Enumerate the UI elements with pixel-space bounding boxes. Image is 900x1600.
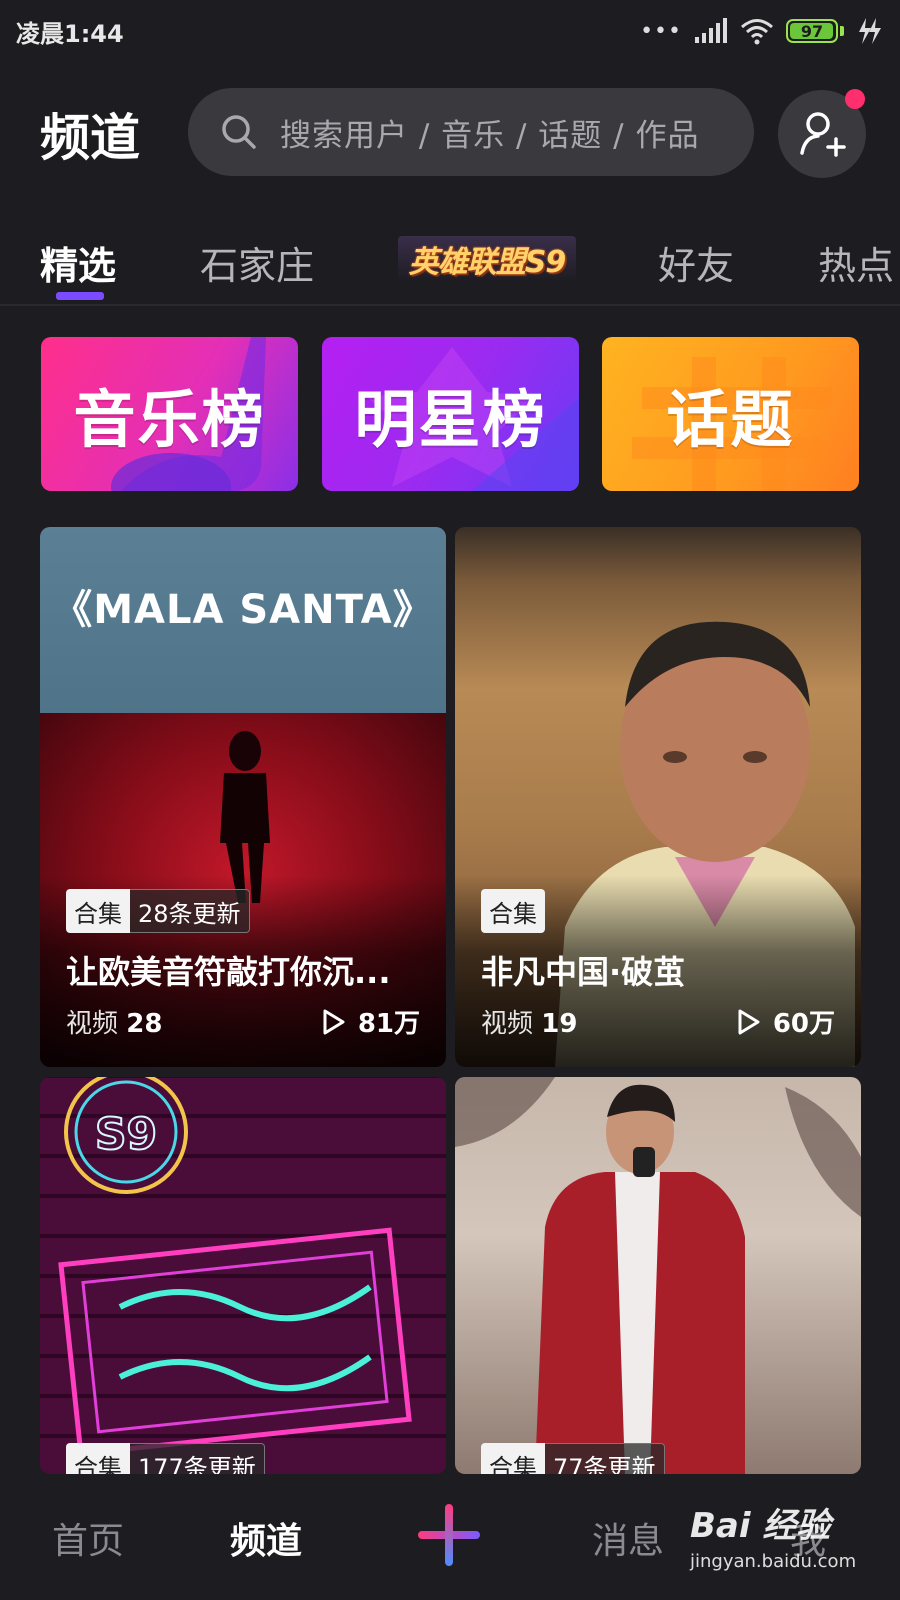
card-cover-image [455,1077,861,1474]
video-count-label: 视频 [66,1009,119,1039]
music-chart-label: 音乐榜 [73,383,266,456]
wifi-icon [741,19,773,45]
status-time: 凌晨1:44 [16,20,124,48]
video-count: 视频 28 [66,1003,162,1040]
star-chart-banner[interactable]: 明星榜 [322,337,579,491]
svg-text:S9: S9 [95,1109,157,1160]
search-input[interactable]: 搜索用户 / 音乐 / 话题 / 作品 [188,88,754,176]
card-info: 合集 非凡中国·破茧 视频 19 60万 [455,875,861,1067]
video-count-value: 19 [541,1009,578,1039]
plus-icon-v [445,1504,453,1566]
card-badges: 合集 77条更新 [481,1443,665,1474]
active-tab-indicator [56,292,104,300]
watermark-logo: Bai 经验 [690,1506,831,1546]
collection-badge: 合集 [66,1443,130,1474]
notification-dot [845,89,865,109]
card-info: 合集 28条更新 让欧美音符敲打你沉... 视频 28 81万 [40,875,446,1067]
battery-level: 97 [800,21,824,41]
card-stats: 视频 28 81万 [66,1003,420,1040]
card-badges: 合集 177条更新 [66,1443,265,1474]
page-title: 频道 [40,109,140,167]
collection-card[interactable]: 《MALA SANTA》 合集 28条更新 让欧美音符敲打你沉... 视频 28… [40,527,446,1067]
play-count: 60万 [737,1003,835,1040]
speaker-figure-icon [455,1077,861,1474]
music-chart-banner[interactable]: 音乐榜 [41,337,298,491]
collection-badge: 合集 [66,889,130,933]
tab-hot[interactable]: 热点 [818,235,894,290]
baidu-watermark: Bai 经验 jingyan.baidu.com [690,1498,856,1572]
tab-friends[interactable]: 好友 [658,235,734,290]
play-count: 81万 [322,1003,420,1040]
play-count-value: 60万 [772,1009,835,1039]
card-cover-image: S9 [40,1077,446,1474]
play-count-value: 81万 [357,1009,420,1039]
video-count: 视频 19 [481,1003,577,1040]
search-placeholder: 搜索用户 / 音乐 / 话题 / 作品 [280,117,700,154]
topic-label: 话题 [666,383,795,456]
collection-card[interactable]: S9 合集 177条更新 [40,1077,446,1474]
card-cover-text: 《MALA SANTA》 [52,587,434,633]
tab-lol-s9-logo-text: 英雄联盟S9 [408,245,566,280]
card-badges: 合集 [481,889,545,933]
play-icon [323,1009,345,1034]
signal-icon [695,18,727,43]
card-title: 让欧美音符敲打你沉... [66,953,391,991]
card-badges: 合集 28条更新 [66,889,250,933]
create-button[interactable] [418,1504,480,1566]
update-badge: 28条更新 [130,889,250,933]
status-bar: 凌晨1:44 ••• 97 [0,0,900,62]
search-icon [222,115,256,149]
collection-badge: 合集 [481,1443,545,1474]
battery-icon: 97 [786,19,838,43]
watermark-url: jingyan.baidu.com [690,1551,857,1572]
star-chart-label: 明星榜 [354,383,547,456]
topic-banner[interactable]: 话题 [602,337,859,491]
status-icons: ••• 97 [640,14,882,48]
tab-lol-s9[interactable]: 英雄联盟S9 [398,236,576,282]
tab-shijiazhuang[interactable]: 石家庄 [200,235,314,290]
neon-sign-icon: S9 [58,1077,412,1457]
nav-home[interactable]: 首页 [52,1512,124,1564]
collection-badge: 合集 [481,889,545,933]
card-stats: 视频 19 60万 [481,1003,835,1040]
collection-card[interactable]: 合集 非凡中国·破茧 视频 19 60万 [455,527,861,1067]
video-count-label: 视频 [481,1009,534,1039]
card-title: 非凡中国·破茧 [481,953,686,991]
battery-tip [840,26,844,36]
play-icon [738,1009,760,1034]
nav-messages[interactable]: 消息 [592,1512,664,1564]
add-user-icon [800,112,846,157]
video-count-value: 28 [126,1009,163,1039]
update-badge: 77条更新 [545,1443,665,1474]
more-dots-icon: ••• [640,18,682,44]
nav-channel[interactable]: 频道 [230,1512,302,1564]
update-badge: 177条更新 [130,1443,265,1474]
collection-card[interactable]: 合集 77条更新 [455,1077,861,1474]
tab-featured[interactable]: 精选 [40,235,116,290]
charging-icon [859,18,881,44]
tabs-divider [0,304,900,306]
